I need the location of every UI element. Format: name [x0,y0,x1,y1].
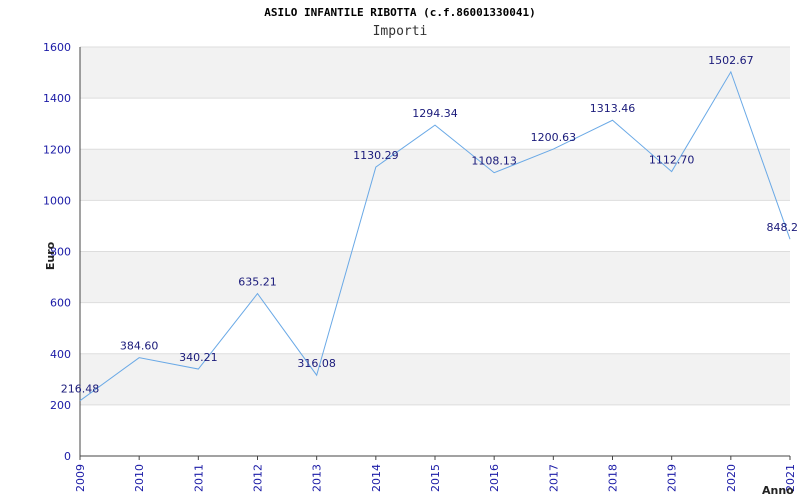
y-tick-label: 1400 [43,92,71,105]
y-tick-label: 400 [50,348,71,361]
data-label: 1313.46 [590,102,636,115]
x-tick-label: 2017 [547,464,560,492]
x-tick-label: 2020 [725,464,738,492]
data-label: 216.48 [61,383,100,396]
data-label: 635.21 [238,276,277,289]
x-axis-label: Anno [762,484,794,497]
x-tick-label: 2011 [192,464,205,492]
plot-band [80,302,790,354]
y-axis-label: Euro [44,241,57,270]
data-label: 1130.29 [353,149,399,162]
data-label: 1294.34 [412,107,458,120]
data-label: 340.21 [179,351,218,364]
y-tick-label: 600 [50,297,71,310]
x-tick-label: 2019 [666,464,679,492]
y-tick-label: 1600 [43,41,71,54]
x-tick-labels: 2009 2010 2011 2012 2013 2014 2015 2016 2017 2018… [74,456,797,492]
y-tick-label: 0 [64,450,71,463]
y-tick-label: 1000 [43,194,71,207]
data-label: 384.60 [120,340,159,353]
plot-band [80,47,790,99]
y-tick-label: 1200 [43,143,71,156]
x-tick-label: 2018 [607,464,620,492]
data-label: 316.08 [297,357,336,370]
data-label: 848.2 [767,221,799,234]
plot-band [80,251,790,303]
x-tick-label: 2012 [252,464,265,492]
data-label: 1200.63 [531,131,577,144]
x-tick-label: 2014 [370,464,383,492]
x-tick-label: 2009 [74,464,87,492]
plot-band [80,404,790,456]
data-label: 1502.67 [708,54,754,67]
line-chart: 02004006008001000120014001600 2009 2010 20… [43,41,799,497]
data-label: 1108.13 [471,155,517,168]
x-tick-label: 2010 [133,464,146,492]
x-tick-label: 2016 [488,464,501,492]
y-tick-label: 200 [50,399,71,412]
data-label: 1112.70 [649,154,695,167]
x-tick-label: 2013 [311,464,324,492]
plot-band [80,200,790,252]
plot-band [80,98,790,150]
x-tick-label: 2015 [429,464,442,492]
